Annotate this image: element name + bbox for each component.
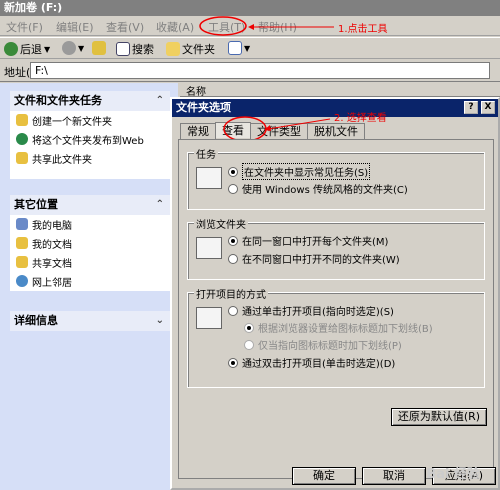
radio-dot — [244, 322, 254, 333]
place-my-documents[interactable]: 我的文档 — [10, 234, 170, 253]
back-arrow-icon — [4, 42, 18, 56]
radio-dot — [228, 166, 238, 177]
tab-content-general: 任务 在文件夹中显示常见任务(S) 使用 Windows 传统风格的文件夹(C)… — [178, 139, 494, 479]
click-preview-icon — [196, 307, 222, 329]
browse-group-label: 浏览文件夹 — [194, 216, 248, 231]
dialog-title: 文件夹选项 — [176, 101, 231, 114]
tools-highlight-circle — [199, 16, 247, 36]
radio-dot — [228, 305, 238, 316]
annotation-arrow-2 — [264, 118, 331, 131]
documents-icon — [16, 237, 28, 249]
collapse-icon[interactable]: ⌃ — [156, 195, 164, 215]
folders-button[interactable]: 文件夹 — [166, 41, 215, 57]
open-items-group: 打开项目的方式 通过单击打开项目(指向时选定)(S) 根据浏览器设置给图标标题加… — [187, 286, 485, 388]
globe-icon — [16, 133, 28, 145]
radio-underline-hover[interactable]: 仅当指向图标标题时加下划线(P) — [244, 337, 402, 352]
menu-view[interactable]: 查看(V) — [106, 19, 144, 35]
views-button[interactable]: ▼ — [228, 41, 250, 55]
radio-dot — [228, 253, 238, 264]
annotation-step-1: 1.点击工具 — [338, 24, 388, 35]
annotation-arrow-1 — [248, 24, 334, 30]
radio-dot — [244, 339, 254, 350]
annotation-step-2: 2. 选择查看 — [334, 113, 387, 124]
up-folder-button[interactable] — [92, 41, 106, 55]
close-button[interactable]: X — [481, 101, 495, 114]
radio-single-click[interactable]: 通过单击打开项目(指向时选定)(S) — [228, 303, 394, 318]
place-my-computer[interactable]: 我的电脑 — [10, 215, 170, 234]
chevron-down-icon: ▼ — [44, 44, 51, 54]
browse-folders-group: 浏览文件夹 在同一窗口中打开每个文件夹(M) 在不同窗口中打开不同的文件夹(W) — [187, 216, 485, 280]
details-panel: 详细信息 ⌄ — [10, 311, 170, 331]
other-places-panel: 其它位置 ⌃ 我的电脑 我的文档 共享文档 网上邻居 — [10, 195, 170, 291]
views-icon — [228, 41, 242, 55]
restore-defaults-button[interactable]: 还原为默认值(R) — [391, 408, 487, 426]
network-icon — [16, 275, 28, 287]
shared-documents-icon — [16, 256, 28, 268]
toolbar: 后退 ▼ ▼ 搜索 文件夹 ▼ — [0, 37, 500, 59]
cancel-button[interactable]: 取消 — [362, 467, 426, 485]
window-title: 新加卷 (F:) — [4, 1, 63, 14]
expand-icon[interactable]: ⌄ — [156, 311, 164, 331]
tasks-group-label: 任务 — [194, 146, 218, 161]
window-title-bar: 新加卷 (F:) — [0, 0, 500, 16]
other-places-header[interactable]: 其它位置 ⌃ — [10, 195, 170, 215]
radio-dot — [228, 183, 238, 194]
place-shared-documents[interactable]: 共享文档 — [10, 253, 170, 272]
search-button[interactable]: 搜索 — [116, 41, 154, 57]
radio-underline-browser[interactable]: 根据浏览器设置给图标标题加下划线(B) — [244, 320, 433, 335]
task-new-folder[interactable]: 创建一个新文件夹 — [10, 111, 170, 130]
open-group-label: 打开项目的方式 — [194, 286, 268, 301]
menu-bar: 文件(F) 编辑(E) 查看(V) 收藏(A) 工具(T) 帮助(H) 1.点击… — [0, 16, 500, 36]
place-network[interactable]: 网上邻居 — [10, 272, 170, 291]
watermark: Bai 经验 — [426, 467, 480, 482]
tasks-panel: 文件和文件夹任务 ⌃ 创建一个新文件夹 将这个文件夹发布到Web 共享此文件夹 — [10, 91, 170, 179]
search-icon — [116, 42, 130, 56]
folder-icon — [166, 42, 180, 56]
back-button[interactable]: 后退 ▼ — [4, 41, 50, 57]
ok-button[interactable]: 确定 — [292, 467, 356, 485]
forward-button[interactable]: ▼ — [62, 41, 84, 55]
forward-arrow-icon — [62, 41, 76, 55]
shared-folder-icon — [16, 152, 28, 164]
tab-general[interactable]: 常规 — [180, 123, 216, 139]
task-pane: 文件和文件夹任务 ⌃ 创建一个新文件夹 将这个文件夹发布到Web 共享此文件夹 … — [0, 83, 178, 490]
help-button[interactable]: ? — [464, 101, 478, 114]
radio-separate-window[interactable]: 在不同窗口中打开不同的文件夹(W) — [228, 251, 400, 266]
address-input[interactable]: F:\ — [30, 62, 490, 79]
tasks-preview-icon — [196, 167, 222, 189]
radio-dot — [228, 357, 238, 368]
up-folder-icon — [92, 41, 106, 55]
browse-preview-icon — [196, 237, 222, 259]
menu-favorites[interactable]: 收藏(A) — [156, 19, 194, 35]
tasks-panel-header[interactable]: 文件和文件夹任务 ⌃ — [10, 91, 170, 111]
menu-edit[interactable]: 编辑(E) — [56, 19, 94, 35]
radio-double-click[interactable]: 通过双击打开项目(单击时选定)(D) — [228, 355, 395, 370]
details-panel-header[interactable]: 详细信息 ⌄ — [10, 311, 170, 331]
task-publish-web[interactable]: 将这个文件夹发布到Web — [10, 130, 170, 149]
radio-dot — [228, 235, 238, 246]
computer-icon — [16, 218, 28, 230]
folder-options-dialog: 文件夹选项 ? X 常规 查看 文件类型 脱机文件 2. 选择查看 任务 在文件… — [170, 97, 500, 490]
radio-show-common-tasks[interactable]: 在文件夹中显示常见任务(S) — [228, 163, 371, 180]
address-bar: 地址(D) F:\ — [0, 60, 500, 82]
radio-same-window[interactable]: 在同一窗口中打开每个文件夹(M) — [228, 233, 388, 248]
tasks-group: 任务 在文件夹中显示常见任务(S) 使用 Windows 传统风格的文件夹(C) — [187, 146, 485, 210]
chevron-down-icon: ▼ — [78, 43, 85, 53]
column-header-name[interactable]: 名称 — [180, 83, 500, 98]
radio-classic-folders[interactable]: 使用 Windows 传统风格的文件夹(C) — [228, 181, 408, 196]
task-share-folder[interactable]: 共享此文件夹 — [10, 149, 170, 168]
chevron-down-icon: ▼ — [244, 43, 251, 53]
collapse-icon[interactable]: ⌃ — [156, 91, 164, 111]
new-folder-icon — [16, 114, 28, 126]
menu-file[interactable]: 文件(F) — [6, 19, 43, 35]
